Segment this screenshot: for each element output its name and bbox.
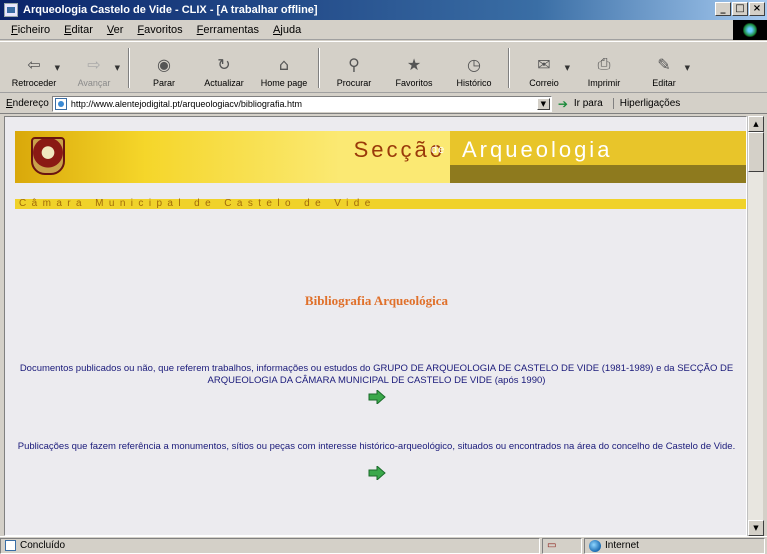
- toolbar-button-label: Correio: [529, 78, 559, 88]
- municipality-name: Câmara Municipal de Castelo de Vide: [19, 198, 376, 209]
- refresh-icon: ↻: [217, 54, 231, 74]
- municipal-crest-logo: [31, 137, 65, 175]
- back-arrow-icon: ⇦: [27, 54, 41, 74]
- address-url: http://www.alentejodigital.pt/arqueologi…: [70, 98, 302, 109]
- forward-arrow-icon: ⇨: [87, 54, 101, 74]
- toolbar-button[interactable]: ⎙ Imprimir: [574, 44, 634, 92]
- toolbar-button[interactable]: ↻ Actualizar: [194, 44, 254, 92]
- status-zone: Internet: [584, 537, 765, 554]
- status-offline: ▭: [542, 537, 582, 554]
- toolbar-button[interactable]: ✉ Correio ▼: [514, 44, 574, 92]
- site-title-de: de: [431, 144, 446, 156]
- menu-bar: Ficheiro Editar Ver Favoritos Ferramenta…: [0, 20, 767, 40]
- minimize-button[interactable]: _: [715, 2, 731, 16]
- close-button[interactable]: ×: [749, 2, 765, 16]
- dropdown-arrow-icon[interactable]: ▼: [115, 64, 120, 72]
- municipality-band: Câmara Municipal de Castelo de Vide: [15, 198, 746, 209]
- print-icon: ⎙: [597, 54, 611, 73]
- page-icon: [54, 97, 67, 110]
- offline-icon: ▭: [547, 540, 557, 551]
- standard-toolbar: ⇦ Retroceder ▼ ⇨ Avançar ▼ ◉ Parar ↻ Actualizar ⌂ H…: [0, 41, 767, 93]
- next-arrow-icon[interactable]: [368, 466, 386, 480]
- vertical-scrollbar[interactable]: ▲ ▼: [747, 116, 764, 536]
- zone-text: Internet: [605, 540, 639, 551]
- site-title-arqueologia: Arqueologia: [462, 137, 613, 162]
- scroll-down-icon[interactable]: ▼: [748, 520, 764, 536]
- window-title: Arqueologia Castelo de Vide - CLIX - [A …: [23, 4, 318, 16]
- scroll-thumb[interactable]: [748, 132, 764, 172]
- address-label: Endereço: [6, 98, 49, 109]
- toolbar-button[interactable]: ⇦ Retroceder ▼: [4, 44, 64, 92]
- toolbar-button-label: Home page: [260, 78, 308, 88]
- bibliography-description-2: Publicações que fazem referência a monum…: [17, 441, 736, 452]
- go-label: Ir para: [573, 98, 603, 109]
- toolbar-separator: [318, 48, 320, 88]
- internet-zone-icon: [589, 539, 601, 552]
- menu-ajuda[interactable]: Ajuda: [268, 23, 306, 37]
- search-icon: ⚲: [348, 54, 360, 74]
- toolbar-button[interactable]: ✎ Editar ▼: [634, 44, 694, 92]
- menu-ver[interactable]: Ver: [102, 23, 129, 37]
- status-bar: Concluído ▭ Internet: [0, 536, 767, 554]
- toolbar-button-label: Imprimir: [587, 78, 621, 88]
- window-controls: _ □ ×: [715, 2, 765, 16]
- toolbar-button-label: Editar: [652, 78, 676, 88]
- address-bar: Endereço http://www.alentejodigital.pt/a…: [0, 94, 767, 114]
- page-title: Bibliografia Arqueológica: [304, 293, 449, 308]
- toolbar-button-label: Actualizar: [204, 78, 244, 88]
- dropdown-arrow-icon[interactable]: ▼: [565, 64, 570, 72]
- toolbar-button[interactable]: ⌂ Home page: [254, 44, 314, 92]
- dropdown-arrow-icon[interactable]: ▼: [685, 64, 690, 72]
- header-dark-band: [450, 165, 746, 183]
- favorites-icon: ★: [406, 54, 422, 74]
- mail-icon: ✉: [537, 54, 551, 74]
- toolbar-button-label: Avançar: [77, 78, 111, 88]
- go-button[interactable]: ➔ Ir para: [558, 98, 603, 110]
- links-button[interactable]: Hiperligações: [612, 98, 680, 109]
- toolbar-button-label: Favoritos: [395, 78, 433, 88]
- page-done-icon: [5, 540, 16, 551]
- toolbar-button[interactable]: ★ Favoritos: [384, 44, 444, 92]
- address-dropdown-icon[interactable]: ▼: [536, 97, 550, 110]
- stop-icon: ◉: [157, 54, 171, 74]
- next-arrow-icon[interactable]: [368, 390, 386, 404]
- page-viewport: Secção de Arqueologia Câmara Municipal d…: [4, 116, 747, 536]
- home-icon: ⌂: [278, 54, 290, 74]
- toolbar-separator: [508, 48, 510, 88]
- toolbar-button[interactable]: ⚲ Procurar: [324, 44, 384, 92]
- status-main: Concluído: [0, 537, 540, 554]
- toolbar-button-label: Parar: [152, 78, 175, 88]
- toolbar-button[interactable]: ◉ Parar: [134, 44, 194, 92]
- toolbar-separator: [128, 48, 130, 88]
- site-header-banner: Secção de Arqueologia: [15, 131, 746, 183]
- toolbar-button[interactable]: ◷ Histórico: [444, 44, 504, 92]
- menu-ferramentas[interactable]: Ferramentas: [192, 23, 264, 37]
- toolbar-button-label: Procurar: [336, 78, 372, 88]
- menu-favoritos[interactable]: Favoritos: [132, 23, 187, 37]
- bibliography-description-1: Documentos publicados ou não, que refere…: [19, 363, 734, 386]
- address-input[interactable]: http://www.alentejodigital.pt/arqueologi…: [51, 95, 552, 112]
- status-text: Concluído: [20, 540, 66, 551]
- toolbar-button-label: Histórico: [456, 78, 492, 88]
- toolbar-button-label: Retroceder: [11, 78, 57, 88]
- history-icon: ◷: [467, 54, 481, 74]
- title-bar: Arqueologia Castelo de Vide - CLIX - [A …: [0, 0, 767, 20]
- menu-editar[interactable]: Editar: [59, 23, 98, 37]
- browser-throbber-logo: [733, 20, 767, 40]
- menu-ficheiro[interactable]: Ficheiro: [6, 23, 55, 37]
- browser-app-icon: [4, 3, 18, 17]
- go-arrow-icon: ➔: [557, 96, 568, 111]
- scroll-up-icon[interactable]: ▲: [748, 116, 764, 132]
- edit-icon: ✎: [657, 54, 671, 74]
- dropdown-arrow-icon[interactable]: ▼: [55, 64, 60, 72]
- maximize-button[interactable]: □: [732, 2, 748, 16]
- toolbar-button[interactable]: ⇨ Avançar ▼: [64, 44, 124, 92]
